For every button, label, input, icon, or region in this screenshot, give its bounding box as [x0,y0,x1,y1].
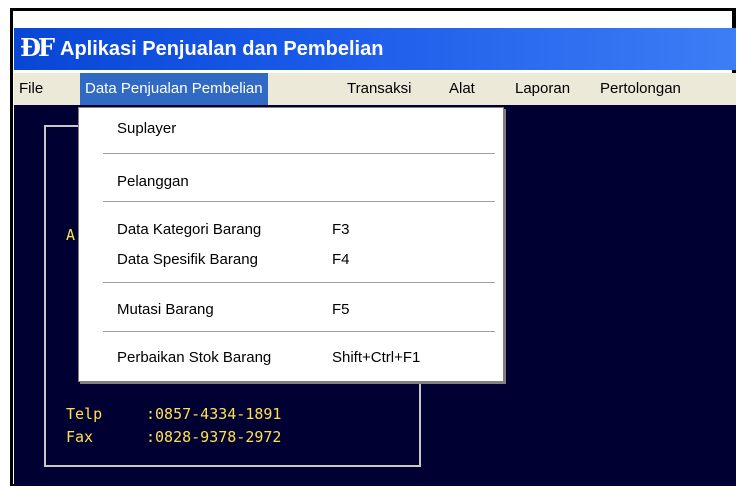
menu-data-penjualan-pembelian[interactable]: Data Penjualan Pembelian [80,73,268,105]
menu-pertolongan[interactable]: Pertolongan [595,73,686,105]
menu-item-pelanggan[interactable]: Pelanggan [79,170,501,194]
menu-laporan[interactable]: Laporan [510,73,575,105]
menu-item-perbaikan-stok-barang[interactable]: Perbaikan Stok Barang Shift+Ctrl+F1 [79,346,501,370]
menu-item-suplayer[interactable]: Suplayer [79,117,501,141]
menu-item-data-kategori-barang[interactable]: Data Kategori Barang F3 [79,218,501,242]
menu-item-shortcut: Shift+Ctrl+F1 [332,349,421,366]
menu-separator [103,331,495,333]
menu-separator [103,153,495,155]
fax-label: Fax [66,428,94,446]
menu-item-shortcut: F5 [332,301,350,318]
app-logo-icon: ÐF [20,33,55,62]
menu-item-label: Perbaikan Stok Barang [117,349,272,366]
menu-item-shortcut: F3 [332,221,350,238]
menu-item-label: Suplayer [117,120,177,137]
menu-alat[interactable]: Alat [444,73,480,105]
menu-item-label: Data Spesifik Barang [117,251,258,268]
menu-separator [103,201,495,203]
menu-item-mutasi-barang[interactable]: Mutasi Barang F5 [79,298,501,322]
menu-item-data-spesifik-barang[interactable]: Data Spesifik Barang F4 [79,248,501,272]
telp-label: Telp [66,405,103,423]
menu-item-label: Pelanggan [117,173,189,190]
menu-separator [103,282,495,284]
info-partial-text: A [66,226,76,244]
menu-file[interactable]: File [14,73,48,105]
menu-bar: File Data Penjualan Pembelian Transaksi … [14,73,736,105]
data-penjualan-dropdown-menu: Suplayer Pelanggan Data Kategori Barang … [78,107,504,382]
title-bar[interactable]: ÐF Aplikasi Penjualan dan Pembelian [14,28,736,70]
fax-value: :0828-9378-2972 [146,428,282,446]
window-title: Aplikasi Penjualan dan Pembelian [60,38,384,60]
menu-item-label: Mutasi Barang [117,301,214,318]
menu-item-label: Data Kategori Barang [117,221,262,238]
telp-value: :0857-4334-1891 [146,405,282,423]
menu-item-shortcut: F4 [332,251,350,268]
menu-transaksi[interactable]: Transaksi [342,73,416,105]
